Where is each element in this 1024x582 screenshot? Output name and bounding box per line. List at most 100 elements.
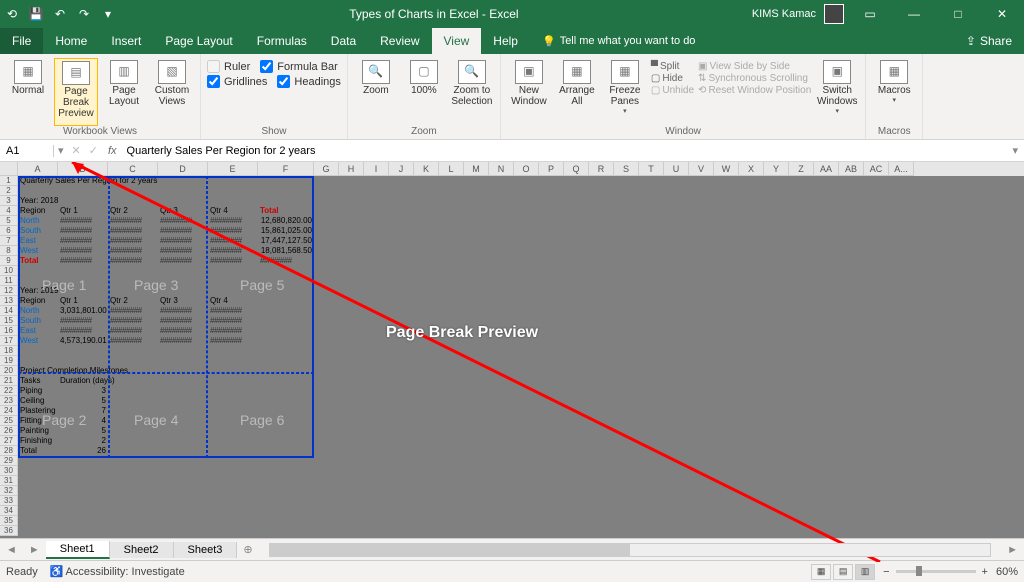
tab-scroll-right[interactable]: ►: [23, 544, 46, 556]
col-header[interactable]: P: [539, 162, 564, 176]
select-all-corner[interactable]: [0, 162, 18, 176]
col-header[interactable]: G: [314, 162, 339, 176]
unhide-button[interactable]: ▢ Unhide: [651, 85, 694, 96]
ribbon-options-icon[interactable]: ▭: [852, 0, 888, 28]
page-layout-statusbtn[interactable]: ▤: [833, 564, 853, 580]
col-header[interactable]: Z: [789, 162, 814, 176]
row-header[interactable]: 12: [0, 286, 18, 296]
row-header[interactable]: 6: [0, 226, 18, 236]
row-header[interactable]: 36: [0, 526, 18, 536]
row-header[interactable]: 35: [0, 516, 18, 526]
row-header[interactable]: 24: [0, 406, 18, 416]
sheet-tab-2[interactable]: Sheet2: [110, 542, 174, 558]
headings-checkbox[interactable]: Headings: [277, 75, 340, 88]
col-header[interactable]: L: [439, 162, 464, 176]
zoom-selection-button[interactable]: 🔍Zoom to Selection: [450, 58, 494, 126]
row-header[interactable]: 5: [0, 216, 18, 226]
tab-formulas[interactable]: Formulas: [245, 28, 319, 54]
col-header[interactable]: D: [158, 162, 208, 176]
row-header[interactable]: 14: [0, 306, 18, 316]
tab-pagelayout[interactable]: Page Layout: [153, 28, 244, 54]
row-header[interactable]: 11: [0, 276, 18, 286]
col-header[interactable]: V: [689, 162, 714, 176]
col-header[interactable]: N: [489, 162, 514, 176]
col-header[interactable]: A...: [889, 162, 914, 176]
arrange-all-button[interactable]: ▦Arrange All: [555, 58, 599, 126]
col-header[interactable]: A: [18, 162, 58, 176]
page-break-statusbtn[interactable]: ▥: [855, 564, 875, 580]
col-header[interactable]: U: [664, 162, 689, 176]
fx-icon[interactable]: fx: [102, 145, 123, 157]
row-header[interactable]: 13: [0, 296, 18, 306]
switch-windows-button[interactable]: ▣Switch Windows▾: [815, 58, 859, 126]
row-header[interactable]: 17: [0, 336, 18, 346]
page-layout-button[interactable]: ▥Page Layout: [102, 58, 146, 126]
row-header[interactable]: 15: [0, 316, 18, 326]
row-header[interactable]: 30: [0, 466, 18, 476]
close-button[interactable]: ✕: [984, 0, 1020, 28]
row-header[interactable]: 25: [0, 416, 18, 426]
col-header[interactable]: C: [108, 162, 158, 176]
row-header[interactable]: 16: [0, 326, 18, 336]
col-header[interactable]: E: [208, 162, 258, 176]
row-header[interactable]: 4: [0, 206, 18, 216]
row-header[interactable]: 27: [0, 436, 18, 446]
col-header[interactable]: H: [339, 162, 364, 176]
user-name[interactable]: KIMS Kamac: [752, 8, 816, 20]
minimize-button[interactable]: —: [896, 0, 932, 28]
row-header[interactable]: 9: [0, 256, 18, 266]
undo-icon[interactable]: ↶: [52, 6, 68, 22]
row-header[interactable]: 10: [0, 266, 18, 276]
custom-views-button[interactable]: ▧Custom Views: [150, 58, 194, 126]
formulabar-checkbox[interactable]: Formula Bar: [260, 60, 338, 73]
new-sheet-button[interactable]: ⊕: [237, 543, 258, 556]
col-header[interactable]: AC: [864, 162, 889, 176]
tab-help[interactable]: Help: [481, 28, 530, 54]
row-header[interactable]: 22: [0, 386, 18, 396]
col-header[interactable]: J: [389, 162, 414, 176]
new-window-button[interactable]: ▣New Window: [507, 58, 551, 126]
side-by-side-button[interactable]: ▣ View Side by Side: [698, 61, 811, 72]
zoom-in-button[interactable]: +: [982, 566, 988, 578]
tell-me-search[interactable]: 💡 Tell me what you want to do: [542, 35, 695, 48]
zoom-slider[interactable]: [896, 570, 976, 573]
zoom-button[interactable]: 🔍Zoom: [354, 58, 398, 126]
enter-formula-icon[interactable]: ✓: [85, 144, 102, 157]
col-header[interactable]: Q: [564, 162, 589, 176]
row-header[interactable]: 31: [0, 476, 18, 486]
autosave-icon[interactable]: ⟲: [4, 6, 20, 22]
tab-view[interactable]: View: [432, 28, 482, 54]
col-header[interactable]: I: [364, 162, 389, 176]
col-header[interactable]: M: [464, 162, 489, 176]
normal-view-button[interactable]: ▦Normal: [6, 58, 50, 126]
hide-button[interactable]: ▢ Hide: [651, 73, 694, 84]
tab-scroll-left[interactable]: ◄: [0, 544, 23, 556]
col-header[interactable]: AA: [814, 162, 839, 176]
col-header[interactable]: R: [589, 162, 614, 176]
accessibility-status[interactable]: Accessibility: Investigate: [66, 566, 185, 578]
page-break-vertical-2[interactable]: [206, 176, 208, 458]
col-header[interactable]: T: [639, 162, 664, 176]
row-header[interactable]: 32: [0, 486, 18, 496]
tab-home[interactable]: Home: [43, 28, 99, 54]
tab-file[interactable]: File: [0, 28, 43, 54]
zoom-slider-thumb[interactable]: [916, 566, 922, 576]
name-box-dropdown-icon[interactable]: ▾: [54, 144, 68, 157]
cancel-formula-icon[interactable]: ✕: [68, 144, 85, 157]
formula-expand-icon[interactable]: ▾: [1006, 144, 1024, 157]
row-header[interactable]: 8: [0, 246, 18, 256]
scroll-thumb[interactable]: [270, 544, 630, 556]
split-button[interactable]: ▀ Split: [651, 61, 694, 72]
worksheet-area[interactable]: ABCDEFGHIJKLMNOPQRSTUVWXYZAAABACA... 123…: [0, 162, 1024, 538]
share-button[interactable]: ⇪ Share: [966, 34, 1012, 48]
col-header[interactable]: O: [514, 162, 539, 176]
sync-scroll-button[interactable]: ⇅ Synchronous Scrolling: [698, 73, 811, 84]
save-icon[interactable]: 💾: [28, 6, 44, 22]
row-header[interactable]: 19: [0, 356, 18, 366]
col-header[interactable]: F: [258, 162, 314, 176]
qat-customize-icon[interactable]: ▾: [100, 6, 116, 22]
row-header[interactable]: 26: [0, 426, 18, 436]
zoom-out-button[interactable]: −: [883, 566, 889, 578]
page-break-preview-button[interactable]: ▤Page Break Preview: [54, 58, 98, 126]
zoom-level[interactable]: 60%: [996, 566, 1018, 578]
